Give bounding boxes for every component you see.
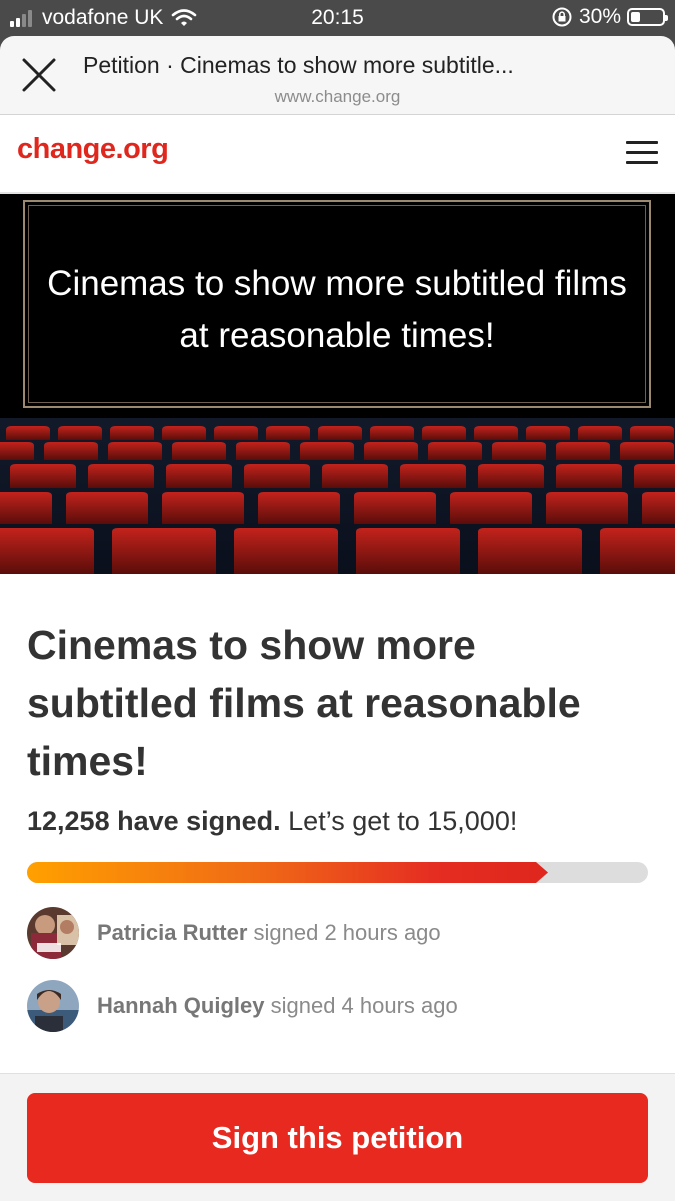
seat-shape	[0, 528, 94, 574]
sign-petition-button[interactable]: Sign this petition	[27, 1093, 648, 1183]
seat-shape	[450, 492, 532, 524]
seat-shape	[356, 528, 460, 574]
seat-shape	[110, 426, 154, 440]
signer-text: Hannah Quigley signed 4 hours ago	[97, 993, 458, 1019]
status-bar: vodafone UK 20:15 30%	[0, 0, 675, 36]
seat-shape	[258, 492, 340, 524]
seat-shape	[526, 426, 570, 440]
seat-shape	[546, 492, 628, 524]
seat-shape	[630, 426, 674, 440]
seat-shape	[578, 426, 622, 440]
browser-header: Petition · Cinemas to show more subtitle…	[0, 36, 675, 115]
seat-shape	[244, 464, 310, 488]
seat-shape	[234, 528, 338, 574]
seat-shape	[322, 464, 388, 488]
seat-shape	[428, 442, 482, 460]
seat-shape	[44, 442, 98, 460]
menu-button[interactable]	[626, 141, 658, 169]
seat-shape	[214, 426, 258, 440]
signature-count: 12,258 have signed. Let’s get to 15,000!	[27, 806, 517, 837]
seat-shape	[10, 464, 76, 488]
petition-title: Cinemas to show more subtitled films at …	[27, 622, 581, 784]
seat-shape	[0, 492, 52, 524]
seat-shape	[318, 426, 362, 440]
signer-name: Patricia Rutter	[97, 920, 248, 945]
progress-fill	[27, 862, 536, 883]
seat-shape	[88, 464, 154, 488]
seat-shape	[58, 426, 102, 440]
seat-shape	[370, 426, 414, 440]
battery-icon	[627, 8, 668, 26]
seat-shape	[478, 464, 544, 488]
seat-shape	[66, 492, 148, 524]
seat-shape	[162, 426, 206, 440]
seat-shape	[236, 442, 290, 460]
seat-shape	[364, 442, 418, 460]
seat-shape	[108, 442, 162, 460]
site-header: change.org	[0, 115, 675, 194]
seat-shape	[634, 464, 675, 488]
signer-text: Patricia Rutter signed 2 hours ago	[97, 920, 441, 946]
seat-shape	[354, 492, 436, 524]
seat-shape	[162, 492, 244, 524]
page-title: Petition · Cinemas to show more subtitle…	[83, 52, 514, 78]
seat-shape	[6, 426, 50, 440]
site-logo[interactable]: change.org	[17, 133, 169, 166]
signer-action: signed 2 hours ago	[253, 920, 441, 945]
hero-caption: Cinemas to show more subtitled films at …	[47, 264, 627, 355]
seat-shape	[0, 442, 34, 460]
signed-count: 12,258 have signed.	[27, 806, 281, 836]
seat-shape	[620, 442, 674, 460]
signature-progress-bar	[27, 862, 648, 883]
page-url: www.change.org	[274, 87, 401, 106]
signer-action: signed 4 hours ago	[270, 993, 458, 1018]
seat-shape	[600, 528, 675, 574]
seat-shape	[642, 492, 675, 524]
battery-percent: 30%	[578, 5, 621, 28]
recent-signer-item[interactable]: Hannah Quigley signed 4 hours ago	[27, 980, 647, 1032]
bottom-action-bar: Sign this petition	[0, 1073, 675, 1201]
petition-hero-image: Cinemas to show more subtitled films at …	[0, 194, 675, 574]
seat-shape	[556, 442, 610, 460]
seat-shape	[112, 528, 216, 574]
seat-shape	[492, 442, 546, 460]
hamburger-icon-line	[626, 141, 658, 144]
seat-shape	[478, 528, 582, 574]
status-right: 30%	[551, 5, 668, 29]
seat-shape	[474, 426, 518, 440]
avatar	[27, 980, 79, 1032]
recent-signer-item[interactable]: Patricia Rutter signed 2 hours ago	[27, 907, 647, 959]
signer-name: Hannah Quigley	[97, 993, 265, 1018]
seat-shape	[400, 464, 466, 488]
cinema-seats-image	[0, 418, 675, 574]
avatar	[27, 907, 79, 959]
seat-shape	[556, 464, 622, 488]
seat-shape	[166, 464, 232, 488]
seat-shape	[422, 426, 466, 440]
goal-text: Let’s get to 15,000!	[288, 806, 518, 836]
seat-shape	[172, 442, 226, 460]
seat-shape	[266, 426, 310, 440]
orientation-lock-icon	[552, 7, 572, 27]
progress-tip	[536, 862, 548, 883]
seat-shape	[300, 442, 354, 460]
